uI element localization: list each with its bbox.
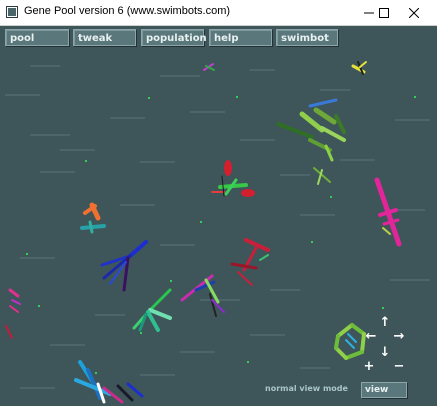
zoom-in-icon[interactable]: + [362, 360, 376, 374]
maximize-icon [379, 7, 389, 18]
title-bar: Gene Pool version 6 (www.swimbots.com) [0, 0, 437, 26]
close-icon [409, 7, 419, 18]
food-particles [26, 96, 416, 374]
swimbot-magenta-green[interactable] [180, 274, 225, 317]
swimbot-blue-purple[interactable] [100, 240, 148, 292]
menu-tweak-button[interactable]: tweak [73, 29, 136, 46]
swimbot-small-purple[interactable] [203, 63, 215, 71]
menu-population-button[interactable]: population [141, 29, 207, 46]
view-mode-label: normal view mode [265, 384, 348, 393]
swimbot-green-cluster[interactable] [276, 98, 346, 185]
swimbot-orange-teal[interactable] [80, 202, 106, 234]
gene-pool-window: Gene Pool version 6 (www.swimbots.com) p… [0, 0, 437, 406]
app-icon [6, 6, 18, 18]
menu-bar: pool tweak population help swimbot [0, 29, 437, 49]
close-button[interactable] [391, 0, 437, 25]
swimbot-yellow[interactable] [351, 61, 367, 75]
arrow-left-icon[interactable]: ← [364, 330, 378, 344]
navigation-controls: ↑ ← → ↓ + − [360, 314, 410, 376]
swimbot-red-green[interactable] [211, 160, 255, 197]
window-title: Gene Pool version 6 (www.swimbots.com) [24, 5, 231, 17]
arrow-down-icon[interactable]: ↓ [378, 346, 392, 360]
menu-help-button[interactable]: help [209, 29, 272, 46]
swimbot-green-fan[interactable] [132, 288, 172, 332]
swimbot-pink-long[interactable] [374, 177, 402, 247]
zoom-out-icon[interactable]: − [392, 360, 406, 374]
swimbot-bottom-blue[interactable] [74, 360, 144, 404]
menu-pool-button[interactable]: pool [5, 29, 69, 46]
swimbot-red-branch[interactable] [230, 238, 270, 286]
swimbot-edge-pink[interactable] [5, 288, 21, 339]
arrow-right-icon[interactable]: → [392, 330, 406, 344]
view-button[interactable]: view [361, 382, 407, 398]
menu-swimbot-button[interactable]: swimbot [276, 29, 338, 46]
arrow-up-icon[interactable]: ↑ [378, 316, 392, 330]
